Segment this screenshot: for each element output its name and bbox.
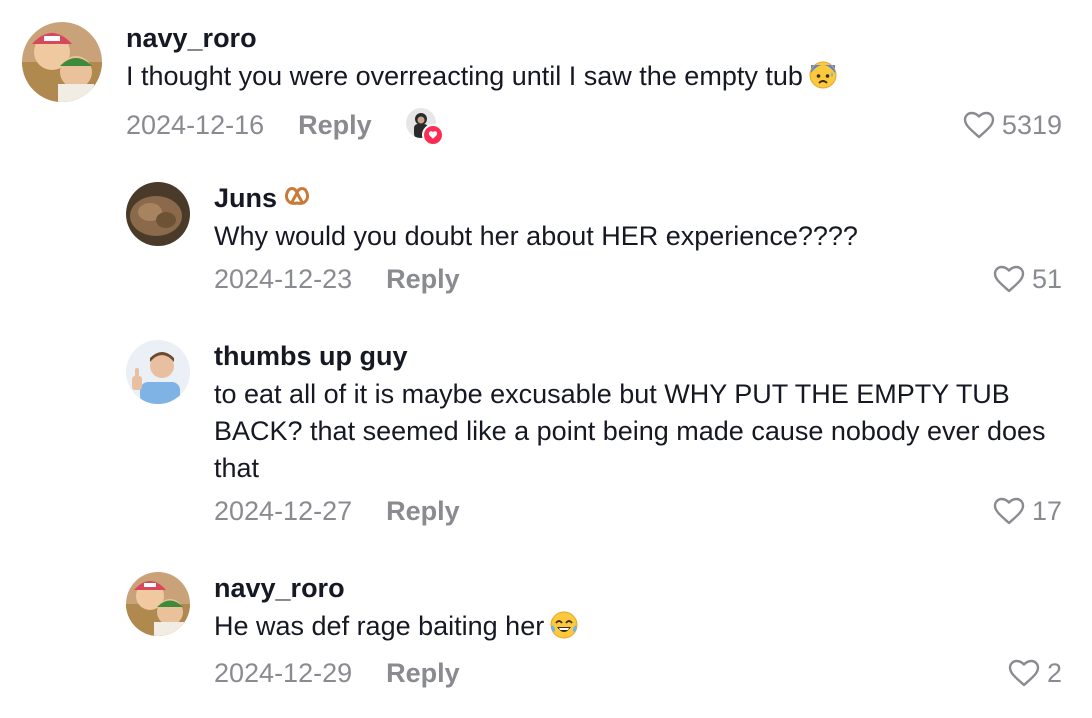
comment-username[interactable]: navy_roro (214, 572, 1062, 604)
comment-text: He was def rage baiting her (214, 608, 1062, 649)
comment-date: 2024-12-27 (214, 495, 353, 526)
comment-username[interactable]: navy_roro (126, 22, 1062, 54)
comment-meta: 2024-12-29 Reply 2 (214, 653, 1062, 693)
comment-body: thumbs up guy to eat all of it is maybe … (214, 340, 1062, 531)
anxious-face-emoji-icon (809, 61, 837, 99)
heart-badge-icon (421, 124, 444, 146)
like-count: 51 (1031, 263, 1062, 294)
avatar[interactable] (126, 182, 190, 246)
reply-button[interactable]: Reply (298, 110, 372, 141)
comment-meta: 2024-12-27 Reply 17 (214, 491, 1062, 531)
comment-date: 2024-12-29 (214, 657, 353, 688)
comment-text-content: I thought you were overreacting until I … (126, 61, 803, 91)
avatar[interactable] (126, 340, 190, 404)
comment-text-content: He was def rage baiting her (214, 611, 545, 641)
like-count: 5319 (1001, 109, 1062, 140)
avatar[interactable] (22, 22, 102, 102)
comment-username[interactable]: Juns (214, 182, 1062, 214)
heart-outline-icon (962, 110, 996, 140)
creator-liked-indicator (405, 108, 444, 146)
comment-text: I thought you were overreacting until I … (126, 58, 1062, 99)
comment-date: 2024-12-16 (126, 109, 265, 140)
like-count: 17 (1031, 495, 1062, 526)
reply-item: navy_roro He was def rage baiting her 20… (126, 572, 1062, 693)
comment-meta: 2024-12-16 Reply 5319 (126, 105, 1062, 146)
heart-outline-icon (992, 496, 1026, 526)
reply-button[interactable]: Reply (386, 658, 460, 689)
reply-button[interactable]: Reply (386, 264, 460, 295)
comment-text: Why would you doubt her about HER experi… (214, 221, 858, 251)
tears-of-joy-emoji-icon (550, 611, 578, 649)
comment-username[interactable]: thumbs up guy (214, 340, 1062, 372)
like-button[interactable]: 2 (1007, 653, 1062, 693)
like-button[interactable]: 17 (992, 491, 1062, 531)
reply-item: thumbs up guy to eat all of it is maybe … (126, 340, 1062, 531)
heart-outline-icon (1007, 658, 1041, 688)
comment-body: navy_roro I thought you were overreactin… (126, 22, 1062, 146)
comment-thread-item: navy_roro I thought you were overreactin… (22, 22, 1062, 146)
comment-date: 2024-12-23 (214, 263, 353, 294)
heart-outline-icon (992, 264, 1026, 294)
like-button[interactable]: 5319 (962, 105, 1062, 145)
reply-item: Juns Why would you doubt her about HER e… (126, 182, 1062, 299)
comment-meta: 2024-12-23 Reply 51 (214, 259, 1062, 299)
avatar[interactable] (126, 572, 190, 636)
comment-body: navy_roro He was def rage baiting her 20… (214, 572, 1062, 693)
username-text: Juns (214, 183, 278, 213)
comment-body: Juns Why would you doubt her about HER e… (214, 182, 1062, 299)
pretzel-emoji-icon (283, 182, 311, 214)
like-button[interactable]: 51 (992, 259, 1062, 299)
reply-button[interactable]: Reply (386, 496, 460, 527)
comment-text: to eat all of it is maybe excusable but … (214, 379, 1046, 483)
like-count: 2 (1046, 657, 1062, 688)
